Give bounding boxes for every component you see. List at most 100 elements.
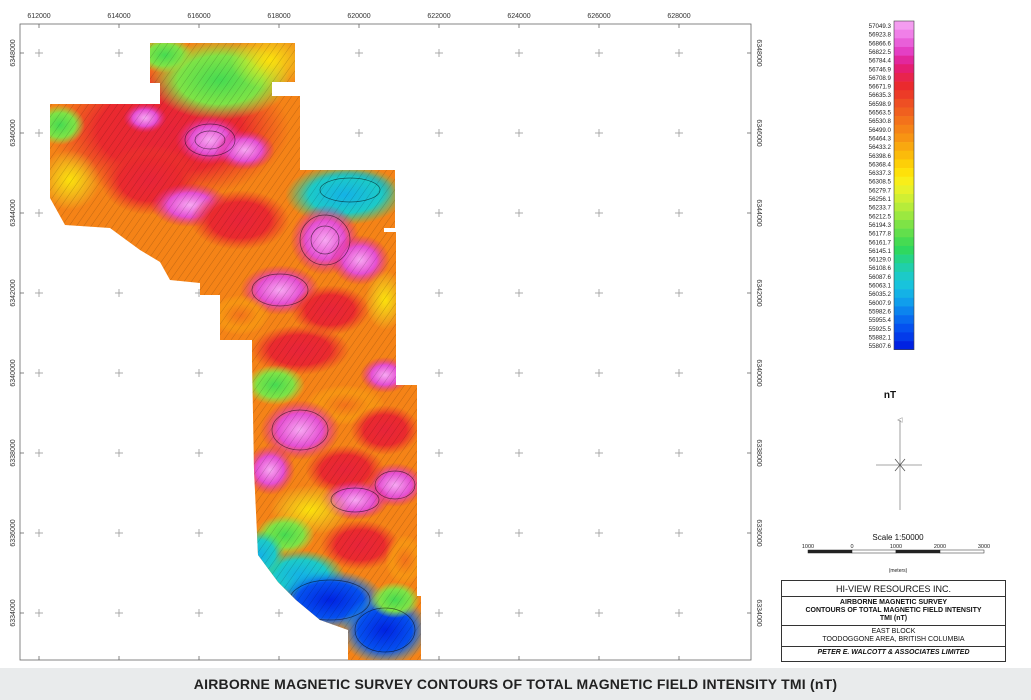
caption-bar: AIRBORNE MAGNETIC SURVEY CONTOURS OF TOT… xyxy=(0,668,1031,700)
legend-swatch xyxy=(894,176,914,186)
legend-swatch xyxy=(894,228,914,238)
color-legend: 57049.3 56923.856866.6 56822.5 56784.456746… xyxy=(869,20,915,350)
legend-swatch xyxy=(894,323,914,333)
grid-cross xyxy=(675,209,683,217)
legend-value: 56177.8 xyxy=(869,231,892,238)
grid-cross xyxy=(595,449,603,457)
legend-value: 56308.5 xyxy=(869,179,892,186)
legend-value: 56337.3 xyxy=(869,170,892,177)
y-coordinate-label-left: 6340000 xyxy=(10,359,17,386)
grid-cross xyxy=(595,609,603,617)
y-coordinate-label-left: 6336000 xyxy=(10,519,17,546)
legend-value: 56063.1 xyxy=(869,283,892,290)
y-coordinate-label-left: 6342000 xyxy=(10,279,17,306)
legend-value: 56398.6 xyxy=(869,153,892,160)
y-coordinate-label-right: 6346000 xyxy=(755,119,762,146)
y-coordinate-label-right: 6334000 xyxy=(755,599,762,626)
scale-unit: (meters) xyxy=(889,568,908,574)
legend-value: 56822.5 xyxy=(869,49,892,56)
legend-value: 56161.7 xyxy=(869,239,892,246)
scale-title: Scale 1:50000 xyxy=(872,533,924,542)
y-coordinate-label-left: 6344000 xyxy=(10,199,17,226)
grid-cross xyxy=(435,529,443,537)
grid-cross xyxy=(675,289,683,297)
legend-swatch xyxy=(894,46,914,56)
legend-value: 55882.1 xyxy=(869,334,892,341)
legend-swatch xyxy=(894,332,914,342)
grid-cross xyxy=(115,289,123,297)
north-arrow-icon xyxy=(876,420,922,510)
legend-swatch xyxy=(894,237,914,247)
legend-swatch xyxy=(894,29,914,39)
legend-swatch xyxy=(894,72,914,82)
legend-value: 56598.9 xyxy=(869,101,892,108)
survey-area: EAST BLOCK TOODOGGONE AREA, BRITISH COLU… xyxy=(782,626,1005,647)
legend-value: 56007.9 xyxy=(869,300,892,307)
y-coordinate-label-right: 6348000 xyxy=(755,39,762,66)
grid-cross xyxy=(115,49,123,57)
area-line-2: TOODOGGONE AREA, BRITISH COLUMBIA xyxy=(822,636,965,643)
magnetic-survey-raster xyxy=(50,43,421,660)
x-coordinate-label: 624000 xyxy=(507,13,530,20)
legend-value: 56923.8 xyxy=(869,32,892,39)
y-coordinate-label-left: 6346000 xyxy=(10,119,17,146)
grid-cross xyxy=(355,49,363,57)
grid-cross xyxy=(35,529,43,537)
y-coordinate-label-left: 6338000 xyxy=(10,439,17,466)
legend-value: 55982.6 xyxy=(869,308,892,315)
legend-unit: nT xyxy=(883,390,897,401)
legend-swatch xyxy=(894,142,914,152)
grid-cross xyxy=(595,129,603,137)
scale-tick-label: 3000 xyxy=(978,544,990,550)
legend-value: 56784.4 xyxy=(869,58,892,65)
legend-value: 56194.3 xyxy=(869,222,892,229)
legend-swatch xyxy=(894,124,914,134)
x-coordinate-label: 614000 xyxy=(107,13,130,20)
x-coordinate-label: 612000 xyxy=(27,13,50,20)
grid-cross xyxy=(675,609,683,617)
title-block: HI-VIEW RESOURCES INC. AIRBORNE MAGNETIC… xyxy=(781,580,1006,662)
scale-bar: Scale 1:50000 1000 0 1000 2000 3000 (meters) xyxy=(800,533,996,574)
grid-cross xyxy=(435,449,443,457)
grid-cross xyxy=(35,209,43,217)
survey-title-line-3: TMI (nT) xyxy=(879,615,908,622)
grid-cross xyxy=(435,129,443,137)
legend-swatch xyxy=(894,38,914,48)
y-coordinate-label-right: 6342000 xyxy=(755,279,762,306)
grid-cross xyxy=(675,129,683,137)
scale-tick-label: 1000 xyxy=(890,544,902,550)
legend-value: 57049.3 xyxy=(869,23,892,30)
y-coordinate-label-right: 6340000 xyxy=(755,359,762,386)
grid-cross xyxy=(115,449,123,457)
grid-cross xyxy=(435,49,443,57)
legend-swatch xyxy=(894,90,914,100)
legend-swatch xyxy=(894,64,914,74)
legend-swatch xyxy=(894,185,914,195)
y-coordinate-label-left: 6334000 xyxy=(10,599,17,626)
grid-cross xyxy=(515,529,523,537)
grid-cross xyxy=(435,209,443,217)
legend-value: 56866.6 xyxy=(869,40,892,47)
legend-value: 56256.1 xyxy=(869,196,892,203)
legend-value: 55807.6 xyxy=(869,343,892,350)
x-coordinate-label: 616000 xyxy=(187,13,210,20)
scale-tick-label: 2000 xyxy=(934,544,946,550)
grid-cross xyxy=(675,369,683,377)
x-coordinate-label: 618000 xyxy=(267,13,290,20)
legend-value: 56635.3 xyxy=(869,92,892,99)
legend-swatch xyxy=(894,306,914,316)
contractor-name: PETER E. WALCOTT & ASSOCIATES LIMITED xyxy=(817,649,970,656)
legend-swatch xyxy=(894,21,914,30)
grid-cross xyxy=(35,609,43,617)
legend-value: 56212.5 xyxy=(869,213,892,220)
grid-cross xyxy=(435,609,443,617)
grid-cross xyxy=(35,49,43,57)
x-coordinate-label: 628000 xyxy=(667,13,690,20)
legend-swatch xyxy=(894,55,914,65)
legend-swatch xyxy=(894,254,914,264)
legend-swatch xyxy=(894,211,914,221)
caption-text: AIRBORNE MAGNETIC SURVEY CONTOURS OF TOT… xyxy=(193,676,838,692)
legend-swatch xyxy=(894,263,914,273)
grid-cross xyxy=(675,49,683,57)
map-sheet: 612000 614000 616000 618000 620000 622000 6240… xyxy=(0,0,1031,668)
